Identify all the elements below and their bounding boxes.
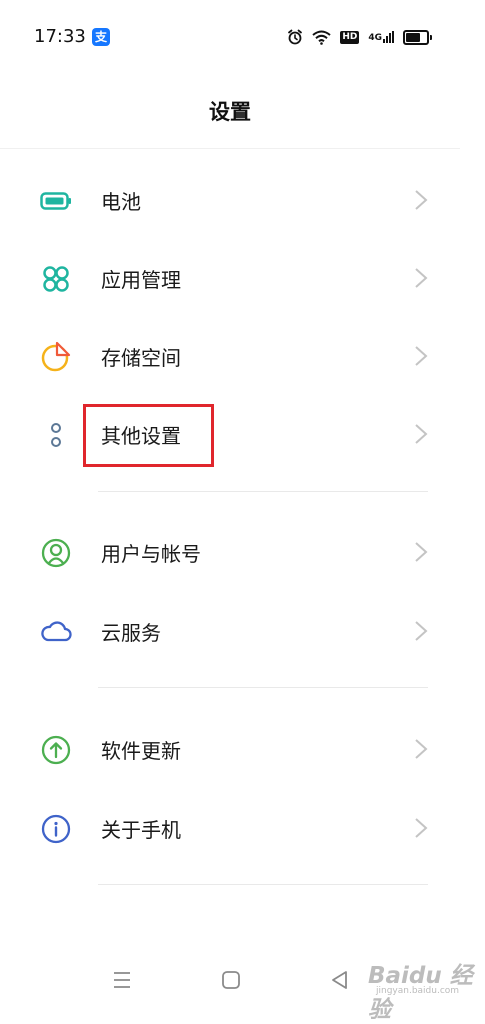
update-icon [38, 734, 74, 766]
baidu-watermark: Baidu 经验 jingyan.baidu.com [360, 958, 482, 1023]
settings-item-label: 存储空间 [101, 346, 181, 370]
cloud-icon [38, 616, 74, 648]
page-title: 设置 [209, 100, 251, 124]
chevron-right-icon [415, 346, 428, 366]
more-settings-icon [38, 419, 74, 451]
info-icon [38, 813, 74, 845]
settings-item-about-phone[interactable]: 关于手机 [0, 791, 460, 863]
section-divider [98, 687, 428, 688]
settings-item-label: 关于手机 [101, 818, 181, 842]
settings-item-other-settings[interactable]: 其他设置 [0, 397, 460, 469]
alipay-notification-icon: 支 [92, 28, 110, 46]
network-type-label: 4G [368, 33, 382, 43]
status-icons: HD 4G [287, 27, 432, 47]
settings-item-cloud-service[interactable]: 云服务 [0, 594, 460, 666]
highlight-box [83, 404, 214, 467]
chevron-right-icon [415, 739, 428, 759]
battery-status-icon [403, 29, 432, 45]
settings-item-label: 用户与帐号 [101, 542, 201, 566]
chevron-right-icon [415, 424, 428, 444]
settings-item-label: 应用管理 [101, 268, 181, 292]
status-bar: 17:33 支 HD 4G [0, 0, 485, 72]
page-header: 设置 [0, 72, 460, 149]
hd-voice-icon: HD [340, 30, 360, 44]
battery-icon [38, 185, 74, 217]
settings-item-label: 软件更新 [101, 739, 181, 763]
user-account-icon [38, 537, 74, 569]
chevron-right-icon [415, 190, 428, 210]
apps-icon [38, 263, 74, 295]
back-icon[interactable] [328, 968, 352, 992]
status-time: 17:33 [34, 26, 86, 47]
storage-icon [38, 341, 74, 373]
settings-item-software-update[interactable]: 软件更新 [0, 712, 460, 784]
signal-icon: 4G [368, 31, 394, 43]
watermark-url: jingyan.baidu.com [376, 986, 460, 996]
settings-item-label: 云服务 [101, 621, 161, 645]
alarm-icon [288, 29, 303, 45]
section-divider [98, 884, 428, 885]
settings-item-label: 电池 [101, 190, 141, 214]
menu-icon[interactable] [110, 968, 134, 992]
wifi-icon [312, 30, 331, 45]
home-icon[interactable] [219, 968, 243, 992]
chevron-right-icon [415, 268, 428, 288]
chevron-right-icon [415, 621, 428, 641]
chevron-right-icon [415, 542, 428, 562]
settings-item-storage[interactable]: 存储空间 [0, 319, 460, 391]
chevron-right-icon [415, 818, 428, 838]
settings-item-users-accounts[interactable]: 用户与帐号 [0, 515, 460, 587]
section-divider [98, 491, 428, 492]
settings-item-app-management[interactable]: 应用管理 [0, 241, 460, 313]
settings-item-battery[interactable]: 电池 [0, 163, 460, 235]
